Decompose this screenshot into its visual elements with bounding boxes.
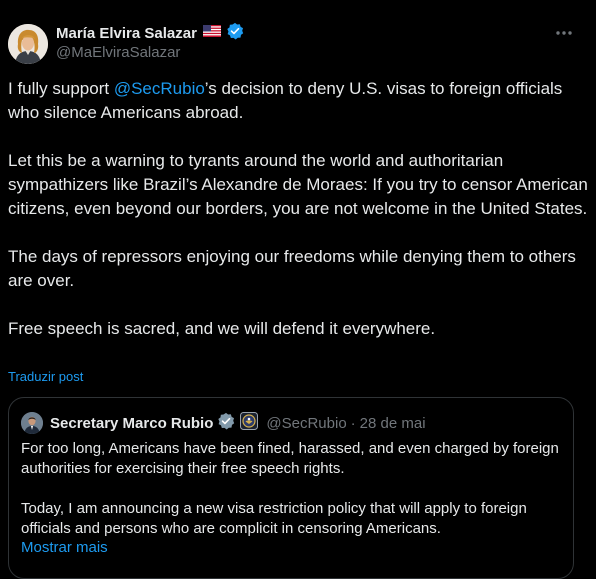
author-display-name[interactable]: María Elvira Salazar bbox=[56, 25, 197, 42]
post-paragraph: The days of repressors enjoying our free… bbox=[8, 247, 576, 290]
more-options-icon bbox=[556, 31, 572, 35]
avatar-portrait-icon bbox=[21, 412, 43, 434]
quoted-author-avatar[interactable] bbox=[21, 412, 43, 434]
post: María Elvira Salazar @MaElviraSalazar I … bbox=[0, 0, 596, 579]
avatar-portrait-icon bbox=[8, 24, 48, 64]
verified-badge-icon[interactable] bbox=[226, 22, 244, 45]
government-seal-icon[interactable] bbox=[240, 411, 259, 435]
more-options-button[interactable] bbox=[552, 22, 576, 44]
show-more-link[interactable]: Mostrar mais bbox=[21, 539, 108, 556]
author-name-row: María Elvira Salazar bbox=[56, 22, 244, 45]
post-paragraph: Free speech is sacred, and we will defen… bbox=[8, 319, 436, 338]
quoted-paragraph: Today, I am announcing a new visa restri… bbox=[21, 500, 527, 537]
author-avatar[interactable] bbox=[8, 24, 48, 64]
quoted-author-row: Secretary Marco Rubio @SecRubio · 28 de … bbox=[21, 411, 426, 435]
author-handle[interactable]: @MaElviraSalazar bbox=[56, 44, 180, 61]
translate-post-link[interactable]: Traduzir post bbox=[8, 369, 83, 384]
post-body: I fully support @SecRubio’s decision to … bbox=[8, 77, 588, 341]
quoted-post-card[interactable]: Secretary Marco Rubio @SecRubio · 28 de … bbox=[8, 397, 574, 579]
quoted-paragraph: For too long, Americans have been fined,… bbox=[21, 440, 559, 477]
post-paragraph: Let this be a warning to tyrants around … bbox=[8, 151, 588, 218]
quoted-author-display-name[interactable]: Secretary Marco Rubio bbox=[50, 415, 213, 432]
post-paragraph: I fully support @SecRubio’s decision to … bbox=[8, 77, 588, 125]
quoted-author-handle[interactable]: @SecRubio bbox=[266, 415, 346, 432]
separator-dot: · bbox=[350, 414, 356, 432]
us-flag-icon bbox=[202, 24, 221, 42]
verified-badge-icon[interactable] bbox=[217, 412, 235, 435]
quoted-post-date[interactable]: 28 de mai bbox=[360, 415, 426, 432]
mention-link[interactable]: @SecRubio bbox=[114, 79, 205, 98]
post-text: I fully support bbox=[8, 79, 114, 98]
